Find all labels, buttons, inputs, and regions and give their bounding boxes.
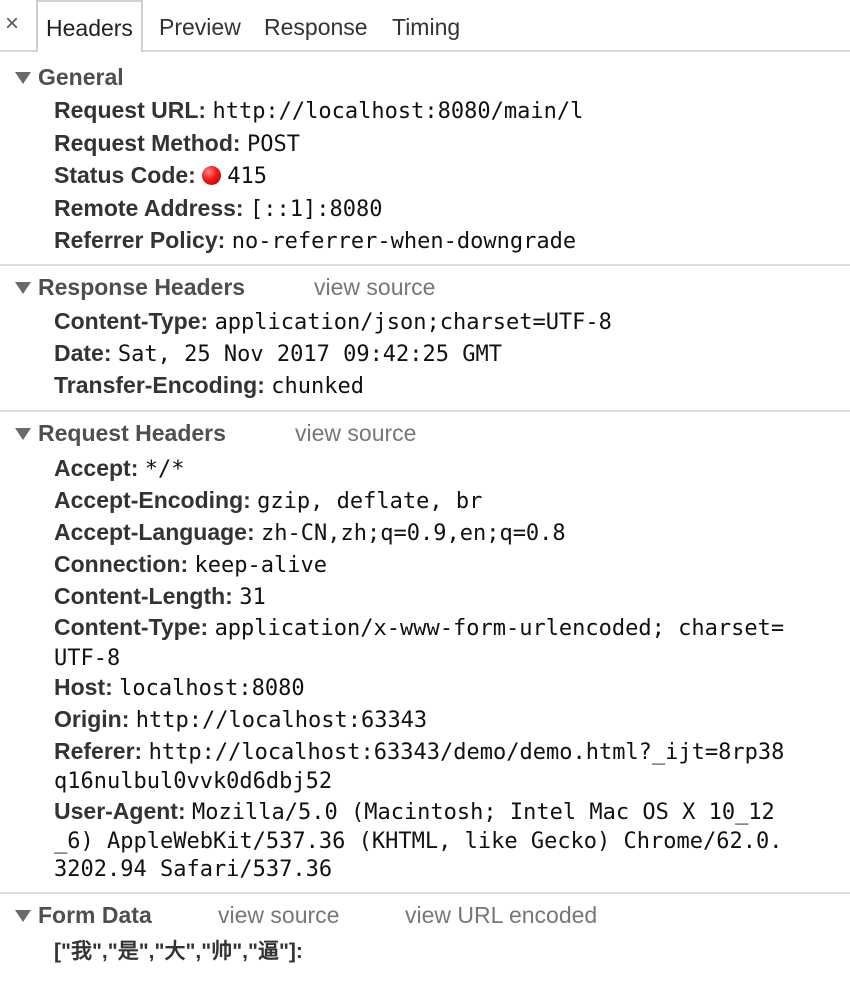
- view-source-link[interactable]: view source: [218, 900, 339, 930]
- header-key: Content-Type:: [54, 308, 209, 334]
- header-key: Host:: [54, 674, 113, 700]
- request-row-content-length: Content-Length: 31: [54, 581, 850, 613]
- general-row-status-code: Status Code: 415: [54, 160, 850, 192]
- header-key: Transfer-Encoding:: [54, 372, 265, 398]
- request-row-host: Host: localhost:8080: [54, 672, 850, 704]
- header-value: */*: [144, 457, 185, 482]
- response-row-content-type: Content-Type: application/json;charset=U…: [54, 306, 850, 338]
- devtools-tabbar: × Headers Preview Response Timing: [0, 0, 850, 52]
- tab-preview[interactable]: Preview: [159, 0, 241, 50]
- header-value: no-referrer-when-downgrade: [231, 229, 577, 254]
- view-source-link[interactable]: view source: [314, 272, 435, 302]
- header-value: keep-alive: [194, 553, 327, 578]
- request-headers-section-header[interactable]: Request Headers view source: [0, 418, 850, 448]
- view-url-encoded-link[interactable]: view URL encoded: [405, 900, 597, 930]
- request-row-accept-encoding: Accept-Encoding: gzip, deflate, br: [54, 485, 850, 517]
- request-row-referer-cont: q16nulbul0vvk0d6dbj52: [54, 765, 850, 797]
- general-row-request-method: Request Method: POST: [54, 128, 850, 160]
- header-value: application/json;charset=UTF-8: [214, 310, 612, 335]
- header-key: Status Code:: [54, 162, 196, 188]
- tab-headers[interactable]: Headers: [36, 0, 143, 52]
- tab-timing[interactable]: Timing: [392, 0, 460, 50]
- header-key: Connection:: [54, 551, 189, 577]
- header-value: Mozilla/5.0 (Macintosh; Intel Mac OS X 1…: [192, 800, 775, 825]
- section-title-request-headers: Request Headers: [38, 420, 226, 446]
- response-row-transfer-encoding: Transfer-Encoding: chunked: [54, 370, 850, 402]
- section-title-response-headers: Response Headers: [38, 274, 246, 300]
- form-data-section-header[interactable]: Form Data view source view URL encoded: [0, 900, 850, 930]
- view-source-link[interactable]: view source: [295, 418, 416, 448]
- collapse-triangle-icon[interactable]: [15, 910, 31, 922]
- request-row-accept-language: Accept-Language: zh-CN,zh;q=0.9,en;q=0.8: [54, 517, 850, 549]
- header-value: application/x-www-form-urlencoded; chars…: [214, 616, 785, 641]
- request-row-origin: Origin: http://localhost:63343: [54, 704, 850, 736]
- general-row-request-url: Request URL: http://localhost:8080/main/…: [54, 95, 850, 127]
- section-divider: [0, 892, 850, 894]
- section-title-form-data: Form Data: [38, 902, 152, 928]
- header-key: Request Method:: [54, 130, 241, 156]
- section-divider: [0, 410, 850, 412]
- header-value: POST: [246, 132, 300, 157]
- response-row-date: Date: Sat, 25 Nov 2017 09:42:25 GMT: [54, 338, 850, 370]
- request-row-accept: Accept: */*: [54, 453, 850, 485]
- header-key: Content-Type:: [54, 614, 209, 640]
- general-row-referrer-policy: Referrer Policy: no-referrer-when-downgr…: [54, 225, 850, 257]
- header-key: Date:: [54, 340, 112, 366]
- request-row-user-agent-cont2: 3202.94 Safari/537.36: [54, 853, 850, 885]
- general-row-remote-address: Remote Address: [::1]:8080: [54, 193, 850, 225]
- header-value-continued: q16nulbul0vvk0d6dbj52: [54, 769, 333, 794]
- header-value: [::1]:8080: [249, 197, 383, 222]
- request-row-connection: Connection: keep-alive: [54, 549, 850, 581]
- header-value: Sat, 25 Nov 2017 09:42:25 GMT: [117, 342, 503, 367]
- header-value: chunked: [271, 374, 364, 399]
- request-row-content-type: Content-Type: application/x-www-form-url…: [54, 612, 850, 644]
- header-key: Referer:: [54, 738, 143, 764]
- section-divider: [0, 264, 850, 266]
- header-value-continued: 3202.94 Safari/537.36: [54, 857, 333, 882]
- header-value: 415: [227, 164, 267, 189]
- collapse-triangle-icon[interactable]: [15, 428, 31, 440]
- header-key: Referrer Policy:: [54, 227, 226, 253]
- general-section-header[interactable]: General: [0, 62, 850, 92]
- collapse-triangle-icon[interactable]: [15, 282, 31, 294]
- header-key: Accept:: [54, 455, 139, 481]
- header-key: Request URL:: [54, 97, 207, 123]
- header-value: 31: [239, 585, 266, 610]
- header-value: gzip, deflate, br: [257, 489, 483, 514]
- tab-response[interactable]: Response: [264, 0, 368, 50]
- header-value: http://localhost:8080/main/l: [212, 99, 584, 124]
- header-value: http://localhost:63343/demo/demo.html?_i…: [148, 740, 785, 765]
- request-row-user-agent: User-Agent: Mozilla/5.0 (Macintosh; Inte…: [54, 796, 850, 828]
- form-data-entry: ["我","是","大","帅","逼"]:: [54, 940, 303, 963]
- response-headers-section-header[interactable]: Response Headers view source: [0, 272, 850, 302]
- header-key: Accept-Encoding:: [54, 487, 251, 513]
- header-key: Remote Address:: [54, 195, 244, 221]
- header-value: localhost:8080: [119, 676, 305, 701]
- header-value: http://localhost:63343: [135, 708, 428, 733]
- header-key: Content-Length:: [54, 583, 233, 609]
- header-key: Accept-Language:: [54, 519, 255, 545]
- header-value: zh-CN,zh;q=0.9,en;q=0.8: [261, 521, 566, 546]
- section-title-general: General: [38, 64, 124, 90]
- header-key: Origin:: [54, 706, 130, 732]
- request-row-content-type-cont: UTF-8: [54, 642, 850, 674]
- header-key: User-Agent:: [54, 798, 186, 824]
- close-icon[interactable]: ×: [5, 10, 19, 38]
- collapse-triangle-icon[interactable]: [15, 72, 31, 84]
- status-error-icon: [202, 166, 222, 185]
- header-value-continued: UTF-8: [54, 646, 121, 671]
- request-row-referer: Referer: http://localhost:63343/demo/dem…: [54, 736, 850, 768]
- header-value-continued: _6) AppleWebKit/537.36 (KHTML, like Geck…: [54, 829, 783, 854]
